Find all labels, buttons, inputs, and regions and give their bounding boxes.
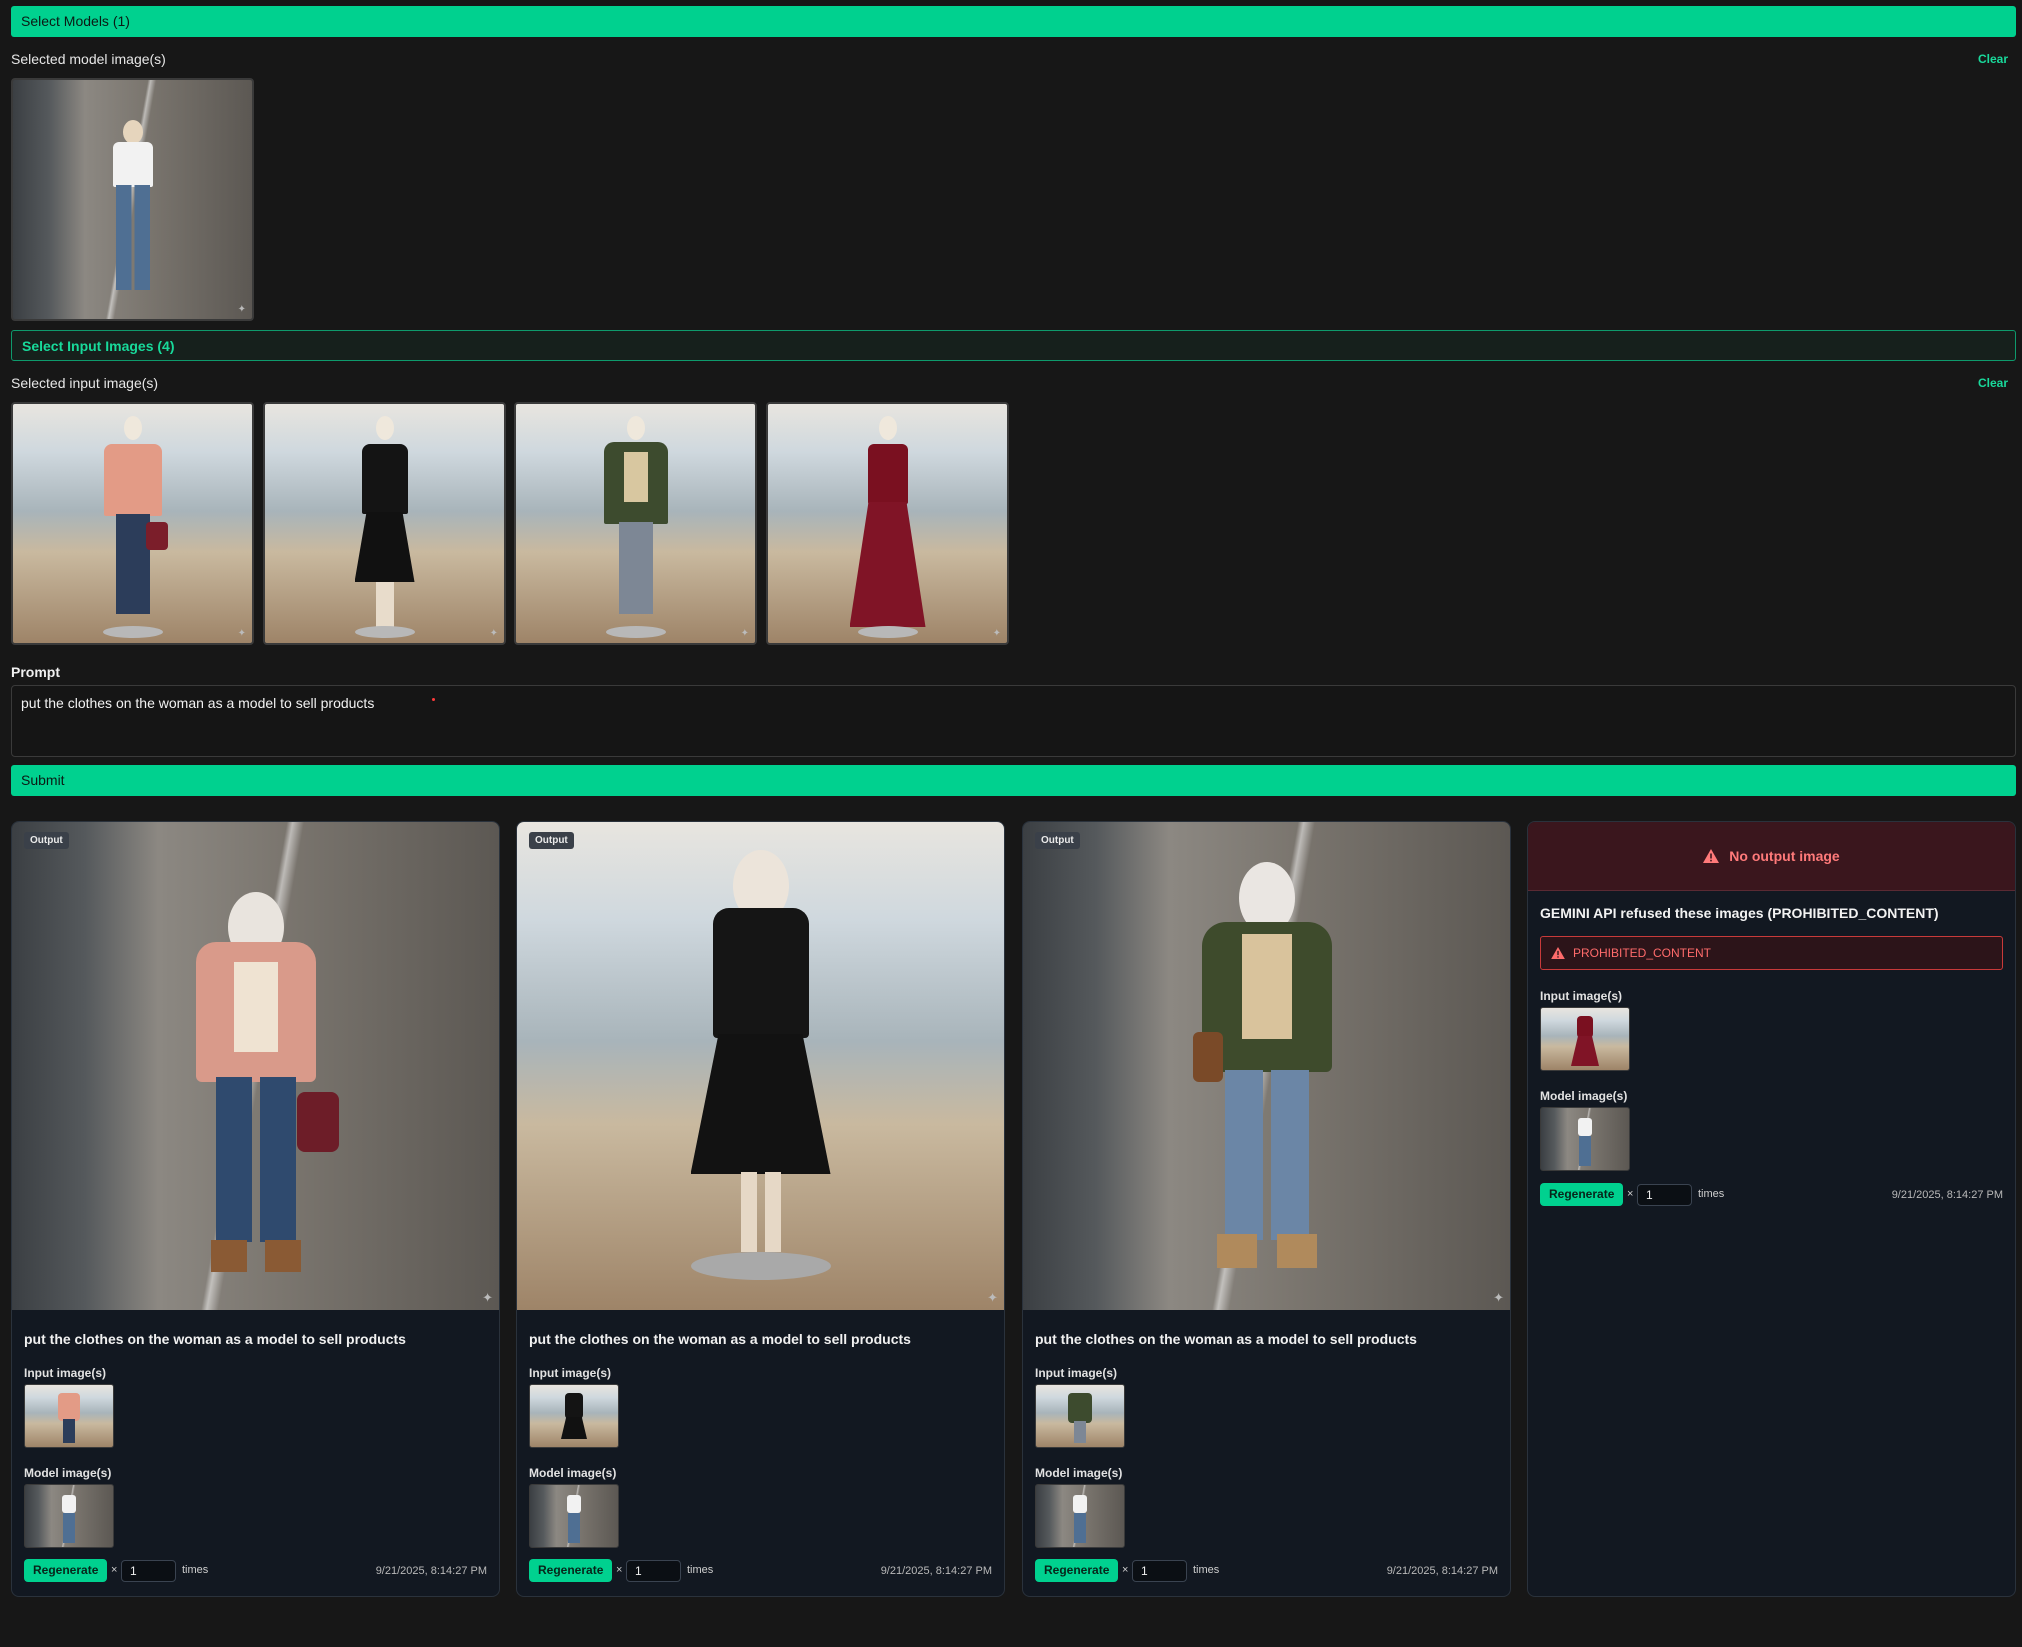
input-images-label: Input image(s)	[24, 1366, 107, 1380]
input-images-label: Input image(s)	[1540, 989, 1623, 1003]
output-image[interactable]: ✦	[12, 822, 499, 1310]
input-thumbnail-red-gown[interactable]: ✦	[766, 402, 1009, 645]
selected-input-label: Selected input image(s)	[11, 375, 159, 391]
output-badge: Output	[1035, 832, 1080, 849]
output-badge: Output	[24, 832, 69, 849]
sparkle-icon: ✦	[987, 1290, 998, 1305]
model-thumbnail[interactable]: ✦	[11, 78, 254, 321]
error-card: No output image GEMINI API refused these…	[1527, 821, 2016, 1597]
model-images-label: Model image(s)	[1035, 1466, 1123, 1480]
selected-model-label: Selected model image(s)	[11, 51, 166, 67]
output-image[interactable]: ✦	[1023, 822, 1510, 1310]
output-card: ✦ Output put the clothes on the woman as…	[516, 821, 1005, 1597]
sparkle-icon: ✦	[1493, 1290, 1504, 1305]
sparkle-icon: ✦	[740, 628, 749, 639]
warning-icon	[1703, 849, 1720, 863]
regenerate-button[interactable]: Regenerate	[1540, 1183, 1624, 1206]
output-card: ✦ Output put the clothes on the woman as…	[11, 821, 500, 1597]
times-label: times	[687, 1564, 714, 1576]
times-multiplier: ×	[1627, 1188, 1634, 1200]
times-input[interactable]	[1132, 1560, 1187, 1582]
prompt-input[interactable]: put the clothes on the woman as a model …	[11, 685, 2016, 757]
card-model-thumbnail[interactable]	[24, 1484, 114, 1548]
input-thumbnail-pink-blazer[interactable]: ✦	[11, 402, 254, 645]
sparkle-icon: ✦	[992, 628, 1001, 639]
times-input[interactable]	[121, 1560, 176, 1582]
input-thumbnail-green-parka[interactable]: ✦	[514, 402, 757, 645]
times-multiplier: ×	[111, 1564, 118, 1576]
prompt-label: Prompt	[11, 664, 60, 680]
clear-inputs-button[interactable]: Clear	[1978, 376, 2008, 390]
card-input-thumbnail[interactable]	[1035, 1384, 1125, 1448]
card-input-thumbnail[interactable]	[529, 1384, 619, 1448]
sparkle-icon: ✦	[237, 628, 246, 639]
card-prompt-text: put the clothes on the woman as a model …	[24, 1331, 406, 1347]
warning-icon	[1551, 947, 1565, 962]
times-multiplier: ×	[616, 1564, 623, 1576]
error-code-box: PROHIBITED_CONTENT	[1540, 936, 2003, 970]
input-images-label: Input image(s)	[529, 1366, 612, 1380]
card-input-thumbnail[interactable]	[1540, 1007, 1630, 1071]
card-model-thumbnail[interactable]	[1540, 1107, 1630, 1171]
input-images-label: Input image(s)	[1035, 1366, 1118, 1380]
card-input-thumbnail[interactable]	[24, 1384, 114, 1448]
no-output-header: No output image	[1528, 822, 2015, 891]
timestamp: 9/21/2025, 8:14:27 PM	[1386, 1565, 1498, 1577]
times-label: times	[1193, 1564, 1220, 1576]
card-prompt-text: put the clothes on the woman as a model …	[1035, 1331, 1417, 1347]
model-images-label: Model image(s)	[1540, 1089, 1628, 1103]
select-input-images-button[interactable]: Select Input Images (4)	[11, 330, 2016, 361]
output-badge: Output	[529, 832, 574, 849]
timestamp: 9/21/2025, 8:14:27 PM	[1891, 1189, 2003, 1201]
timestamp: 9/21/2025, 8:14:27 PM	[880, 1565, 992, 1577]
output-card: ✦ Output put the clothes on the woman as…	[1022, 821, 1511, 1597]
times-input[interactable]	[626, 1560, 681, 1582]
times-label: times	[1698, 1188, 1725, 1200]
times-label: times	[182, 1564, 209, 1576]
model-images-label: Model image(s)	[24, 1466, 112, 1480]
regenerate-button[interactable]: Regenerate	[1035, 1559, 1119, 1582]
select-models-button[interactable]: Select Models (1)	[11, 6, 2016, 37]
no-output-text: No output image	[1729, 848, 1840, 864]
times-input[interactable]	[1637, 1184, 1692, 1206]
regenerate-button[interactable]: Regenerate	[529, 1559, 613, 1582]
input-thumbnail-black-dress[interactable]: ✦	[263, 402, 506, 645]
error-code-text: PROHIBITED_CONTENT	[1573, 946, 1712, 960]
sparkle-icon: ✦	[489, 628, 498, 639]
error-title: GEMINI API refused these images (PROHIBI…	[1540, 905, 1939, 921]
card-prompt-text: put the clothes on the woman as a model …	[529, 1331, 911, 1347]
card-model-thumbnail[interactable]	[529, 1484, 619, 1548]
sparkle-icon: ✦	[237, 304, 246, 315]
clear-models-button[interactable]: Clear	[1978, 52, 2008, 66]
output-image[interactable]: ✦	[517, 822, 1004, 1310]
sparkle-icon: ✦	[482, 1290, 493, 1305]
model-images-label: Model image(s)	[529, 1466, 617, 1480]
cursor-dot	[432, 698, 435, 701]
timestamp: 9/21/2025, 8:14:27 PM	[375, 1565, 487, 1577]
submit-button[interactable]: Submit	[11, 765, 2016, 796]
times-multiplier: ×	[1122, 1564, 1129, 1576]
card-model-thumbnail[interactable]	[1035, 1484, 1125, 1548]
regenerate-button[interactable]: Regenerate	[24, 1559, 108, 1582]
